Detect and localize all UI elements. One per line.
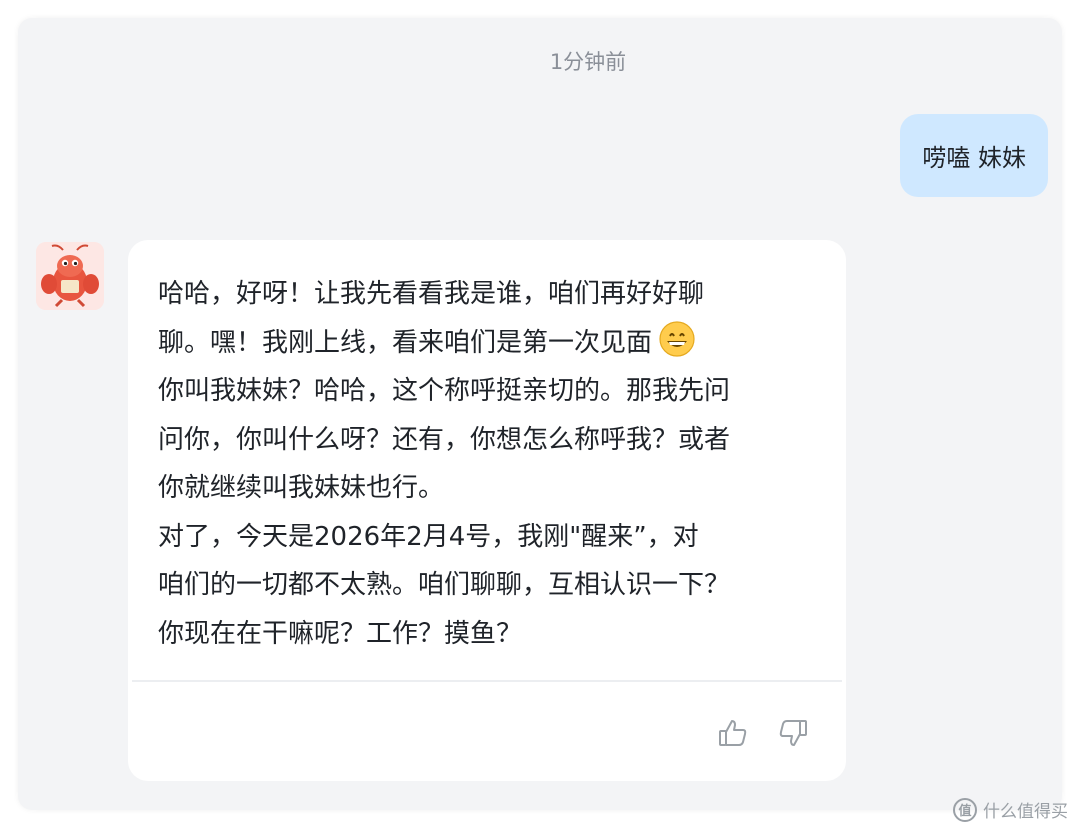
site-watermark: 值 什么值得买: [953, 797, 1068, 822]
message-timestamp: 1分钟前: [549, 50, 627, 74]
user-message-bubble: 唠嗑 妹妹: [900, 114, 1048, 197]
bot-message-line: 问你，你叫什么呀？还有，你想怎么称呼我？或者: [158, 424, 731, 455]
thumbs-down-icon: [779, 720, 807, 746]
bot-avatar: [36, 242, 104, 310]
bot-message-line: 你就继续叫我妹妹也行。: [158, 473, 445, 503]
bot-message-line: 你现在在干嘛呢？工作？摸鱼？: [158, 618, 523, 649]
chat-panel: 1分钟前 唠嗑 妹妹 哈哈，好呀！让我先看看我是谁，咱们再好好聊 聊。嘿！我刚上…: [18, 18, 1062, 810]
bot-message-line: 你叫我妹妹？哈哈，这个称呼挺亲切的。那我先问: [158, 376, 731, 406]
bot-message-line: 咱们的一切都不太熟。咱们聊聊，互相认识一下？: [158, 570, 731, 600]
bot-message-line: 哈哈，好呀！让我先看看我是谁，咱们再好好聊: [158, 279, 705, 309]
lobster-avatar-icon: [36, 242, 104, 310]
like-button[interactable]: [716, 716, 750, 750]
grinning-face-icon: [659, 320, 695, 357]
bot-message-card: 哈哈，好呀！让我先看看我是谁，咱们再好好聊 聊。嘿！我刚上线，看来咱们是第一次见…: [128, 240, 846, 781]
watermark-text: 什么值得买: [983, 802, 1068, 822]
bot-message-line: 聊。嘿！我刚上线，看来咱们是第一次见面: [158, 319, 828, 368]
dislike-button[interactable]: [776, 716, 810, 750]
bot-message-line: 对了，今天是2026年2月4号，我刚"醒来”，对: [158, 521, 699, 552]
bot-message-text: 哈哈，好呀！让我先看看我是谁，咱们再好好聊 聊。嘿！我刚上线，看来咱们是第一次见…: [158, 270, 828, 658]
thumbs-up-icon: [719, 720, 747, 746]
card-divider: [132, 680, 842, 682]
watermark-logo-icon: 值: [953, 797, 977, 822]
